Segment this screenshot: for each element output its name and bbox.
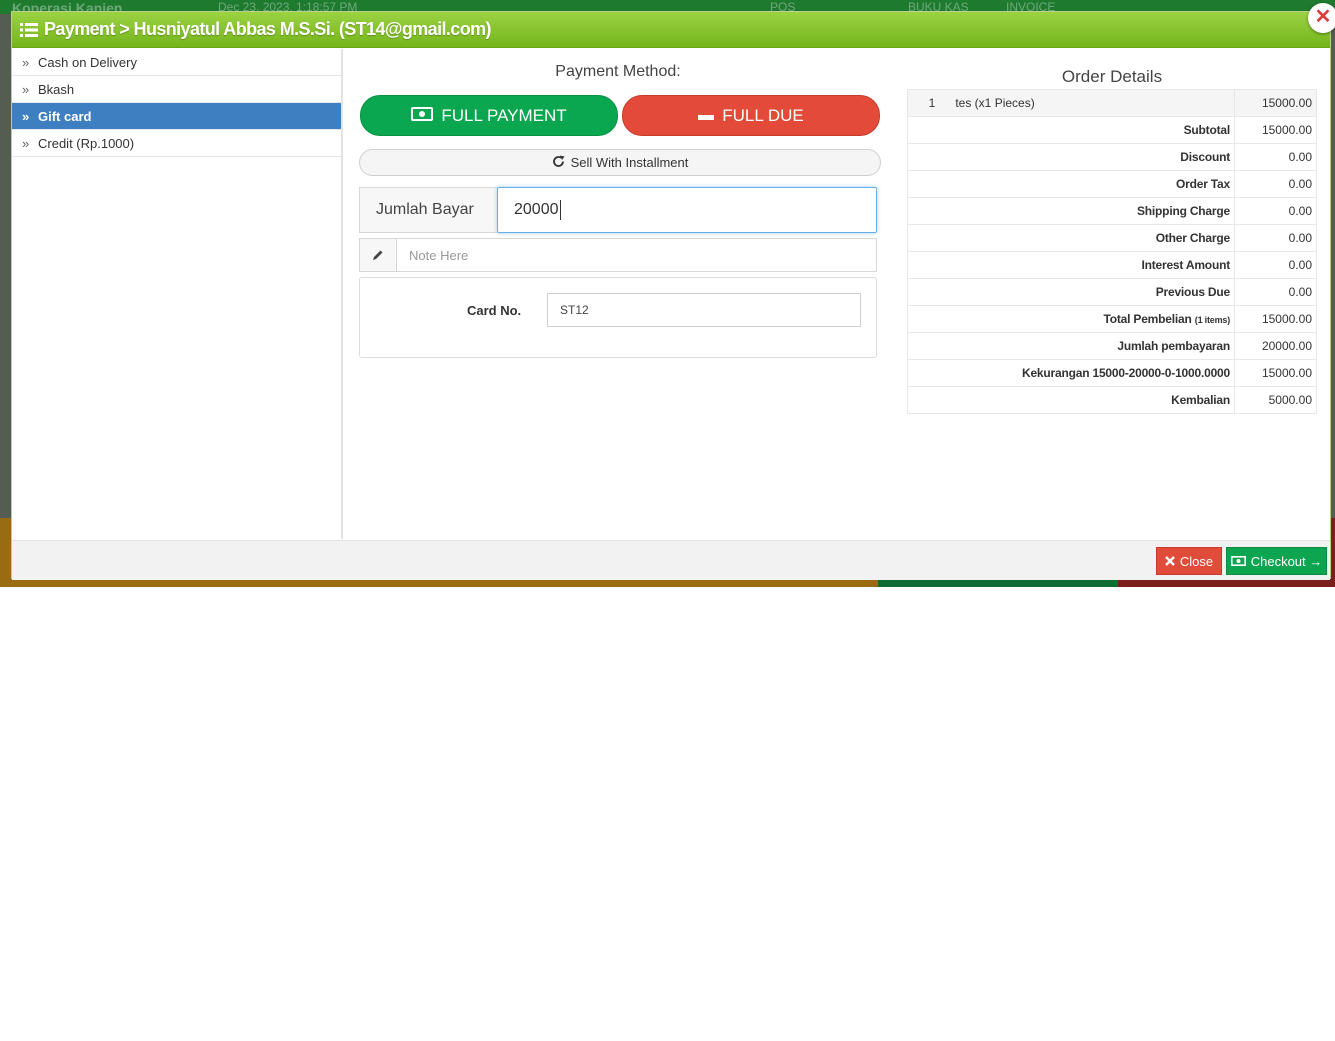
- payment-method-label: Payment Method:: [555, 63, 681, 80]
- list-icon: [20, 22, 38, 37]
- summary-value: 5000.00: [1234, 386, 1317, 414]
- sidebar-item-gift-card[interactable]: » Gift card: [12, 103, 341, 130]
- gift-card-panel: Card No. ST12: [359, 277, 877, 358]
- sidebar-item-label: Bkash: [38, 81, 75, 97]
- order-summary-row: Shipping Charge 0.00: [907, 197, 1317, 225]
- full-payment-button[interactable]: FULL PAYMENT: [360, 95, 618, 136]
- sidebar-item-label: Cash on Delivery: [38, 54, 137, 70]
- minus-icon: [698, 106, 715, 126]
- summary-value: 0.00: [1234, 278, 1317, 306]
- summary-label: Other Charge: [907, 224, 1235, 252]
- order-summary-row: Kekurangan 15000-20000-0-1000.0000 15000.…: [907, 359, 1317, 387]
- payment-amount-label: Jumlah Bayar: [359, 187, 497, 233]
- summary-label: Discount: [907, 143, 1235, 171]
- order-summary-row: Discount 0.00: [907, 143, 1317, 171]
- sidebar-item-label: Credit (Rp.1000): [38, 135, 135, 151]
- summary-label: Subtotal: [907, 116, 1235, 144]
- order-item-price: 15000.00: [1234, 89, 1317, 117]
- summary-value: 0.00: [1234, 197, 1317, 225]
- sidebar-item-credit[interactable]: » Credit (Rp.1000): [12, 130, 341, 157]
- order-item-name: tes (x1 Pieces): [955, 96, 1035, 110]
- payment-amount-input[interactable]: 20000: [497, 187, 877, 233]
- chevron-right-icon: »: [22, 135, 30, 151]
- sidebar-item-bkash[interactable]: » Bkash: [12, 76, 341, 103]
- sell-with-installment-button[interactable]: Sell With Installment: [359, 149, 881, 176]
- order-summary-row: Other Charge 0.00: [907, 224, 1317, 252]
- summary-value: 0.00: [1234, 251, 1317, 279]
- close-button-label: Close: [1179, 553, 1214, 569]
- modal-close-icon[interactable]: ✕: [1308, 3, 1335, 33]
- chevron-right-icon: »: [22, 108, 30, 124]
- payment-amount-value: 20000: [514, 201, 559, 218]
- sidebar-item-cash-on-delivery[interactable]: » Cash on Delivery: [12, 49, 341, 76]
- summary-value: 15000.00: [1234, 359, 1317, 387]
- payment-modal: Payment > Husniyatul Abbas M.S.Si. (ST14…: [11, 3, 1335, 580]
- money-icon: [411, 106, 434, 126]
- checkout-button-label: Checkout →: [1250, 553, 1323, 569]
- full-due-button[interactable]: FULL DUE: [622, 95, 880, 136]
- times-icon: [1165, 554, 1175, 569]
- note-group: Note Here: [359, 238, 877, 272]
- order-summary-row: Total Pembelian (1 items) 15000.00: [907, 305, 1317, 333]
- summary-label: Order Tax: [907, 170, 1235, 198]
- pencil-icon: [359, 238, 396, 272]
- modal-footer: Close Checkout →: [12, 540, 1330, 580]
- payment-form: Payment Method: FULL PAYMENT FULL DUE Se…: [358, 49, 882, 539]
- summary-value: 0.00: [1234, 170, 1317, 198]
- money-icon: [1230, 554, 1246, 569]
- chevron-right-icon: »: [22, 81, 30, 97]
- refresh-icon: [552, 155, 565, 171]
- payment-amount-group: Jumlah Bayar 20000: [359, 187, 877, 233]
- order-summary-row: Jumlah pembayaran 20000.00: [907, 332, 1317, 360]
- summary-label: Kekurangan 15000-20000-0-1000.0000: [907, 359, 1235, 387]
- summary-label: Previous Due: [907, 278, 1235, 306]
- close-button[interactable]: Close: [1156, 547, 1222, 575]
- chevron-right-icon: »: [22, 54, 30, 70]
- order-item-row: 1 tes (x1 Pieces) 15000.00: [907, 89, 1317, 117]
- summary-label: Kembalian: [907, 386, 1235, 414]
- summary-label-suffix: (1 items): [1194, 315, 1230, 325]
- card-number-label: Card No.: [467, 303, 522, 318]
- summary-label: Interest Amount: [907, 251, 1235, 279]
- order-details-table: 1 tes (x1 Pieces) 15000.00 Subtotal 15000…: [907, 89, 1317, 414]
- card-number-input[interactable]: ST12: [547, 293, 861, 327]
- order-details-title: Order Details: [1061, 67, 1163, 86]
- modal-header: Payment > Husniyatul Abbas M.S.Si. (ST14…: [12, 12, 1330, 48]
- order-summary-row: Previous Due 0.00: [907, 278, 1317, 306]
- summary-value: 15000.00: [1234, 305, 1317, 333]
- note-input[interactable]: Note Here: [396, 238, 877, 272]
- text-caret: [559, 200, 561, 220]
- order-item-number: 1: [928, 96, 936, 110]
- summary-value: 15000.00: [1234, 116, 1317, 144]
- payment-method-sidebar: » Cash on Delivery » Bkash » Gift card »…: [12, 49, 343, 539]
- order-summary-row: Order Tax 0.00: [907, 170, 1317, 198]
- order-summary-row: Subtotal 15000.00: [907, 116, 1317, 144]
- installment-label: Sell With Installment: [570, 155, 689, 170]
- summary-value: 0.00: [1234, 224, 1317, 252]
- order-item-cell: 1 tes (x1 Pieces): [907, 89, 1235, 117]
- full-payment-label: FULL PAYMENT: [441, 105, 567, 125]
- summary-label: Shipping Charge: [907, 197, 1235, 225]
- summary-label-cell: Total Pembelian (1 items): [907, 305, 1235, 333]
- full-due-label: FULL DUE: [722, 105, 804, 125]
- order-summary-row: Kembalian 5000.00: [907, 386, 1317, 414]
- summary-label: Total Pembelian: [1103, 312, 1192, 326]
- summary-value: 0.00: [1234, 143, 1317, 171]
- modal-title: Payment > Husniyatul Abbas M.S.Si. (ST14…: [44, 19, 492, 39]
- sidebar-item-label: Gift card: [38, 108, 92, 124]
- summary-label: Jumlah pembayaran: [907, 332, 1235, 360]
- checkout-button[interactable]: Checkout →: [1226, 547, 1327, 575]
- summary-value: 20000.00: [1234, 332, 1317, 360]
- order-summary-row: Interest Amount 0.00: [907, 251, 1317, 279]
